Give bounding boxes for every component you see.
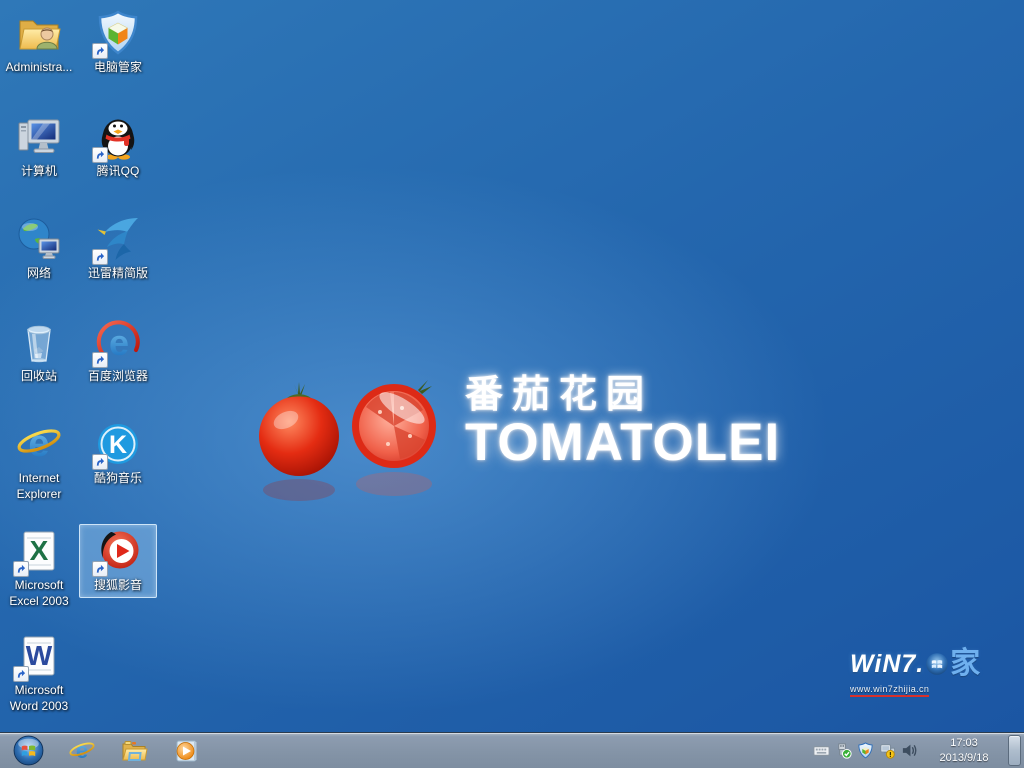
icon-label: 迅雷精简版 — [88, 266, 148, 282]
shortcut-arrow-icon — [92, 352, 108, 368]
taskbar-media-player-button[interactable] — [160, 734, 212, 768]
desktop-icon-qq[interactable]: 腾讯QQ — [79, 110, 157, 184]
brand-english: TOMATOLEI — [465, 416, 780, 469]
start-orb-icon — [13, 735, 44, 766]
desktop-icon-word[interactable]: W Microsoft Word 2003 — [0, 629, 78, 718]
shortcut-arrow-icon — [92, 561, 108, 577]
win7zhijia-watermark: WiN7. 家 www.win7zhijia.cn — [850, 649, 1020, 697]
media-player-icon — [172, 737, 200, 765]
excel-icon: X — [15, 527, 63, 575]
qq-penguin-icon — [94, 113, 142, 161]
show-desktop-button[interactable] — [1008, 735, 1021, 766]
computer-icon — [15, 113, 63, 161]
taskbar-windows-explorer-button[interactable] — [108, 734, 160, 768]
icon-label: Administra... — [6, 60, 73, 76]
clock-date: 2013/9/18 — [928, 751, 1000, 766]
thunder-bird-icon — [94, 215, 142, 263]
icon-label: Microsoft Word 2003 — [2, 683, 76, 714]
network-icon — [15, 215, 63, 263]
desktop-icon-excel[interactable]: X Microsoft Excel 2003 — [0, 524, 78, 613]
desktop-icon-computer[interactable]: 计算机 — [0, 110, 78, 184]
watermark-windows-orb-icon — [925, 652, 949, 676]
shortcut-arrow-icon — [92, 147, 108, 163]
shortcut-arrow-icon — [92, 43, 108, 59]
taskbar: e — [0, 732, 1024, 768]
brand-chinese: 番茄花园 — [465, 376, 780, 416]
recycle-bin-icon — [15, 318, 63, 366]
watermark-jia-character: 家 — [950, 649, 980, 679]
windows7-desktop: Administra... 计算机 — [0, 0, 1024, 768]
icon-label: 百度浏览器 — [88, 369, 148, 385]
folder-explorer-icon — [120, 737, 148, 765]
desktop-icon-kugou[interactable]: K 酷狗音乐 — [79, 417, 157, 491]
icon-label: 酷狗音乐 — [94, 471, 142, 487]
shortcut-arrow-icon — [92, 249, 108, 265]
baidu-browser-icon: e — [94, 318, 142, 366]
desktop-icon-sohu-video[interactable]: 搜狐影音 — [79, 524, 157, 598]
shortcut-arrow-icon — [13, 561, 29, 577]
system-tray: 17:03 2013/9/18 — [810, 732, 1024, 768]
watermark-url: www.win7zhijia.cn — [850, 684, 929, 697]
volume-tray-icon[interactable] — [898, 733, 920, 768]
internet-explorer-icon: e — [68, 737, 96, 765]
tomatoes-graphic — [242, 358, 457, 518]
word-icon: W — [15, 632, 63, 680]
taskbar-internet-explorer-button[interactable]: e — [56, 734, 108, 768]
shortcut-arrow-icon — [13, 666, 29, 682]
clock-time: 17:03 — [928, 736, 1000, 751]
desktop-icon-internet-explorer[interactable]: e Internet Explorer — [0, 417, 78, 506]
svg-text:W: W — [26, 640, 53, 671]
language-keyboard-tray-icon[interactable] — [810, 733, 832, 768]
svg-text:e: e — [28, 423, 49, 465]
desktop-icon-recycle-bin[interactable]: 回收站 — [0, 315, 78, 389]
desktop-icon-baidu-browser[interactable]: e 百度浏览器 — [79, 315, 157, 389]
desktop-icon-thunder[interactable]: 迅雷精简版 — [79, 212, 157, 286]
desktop-wallpaper: Administra... 计算机 — [0, 0, 1024, 733]
desktop-icon-pc-manager[interactable]: 电脑管家 — [79, 6, 157, 80]
kugou-music-icon: K — [94, 420, 142, 468]
wallpaper-brand-logo: 番茄花园 TOMATOLEI — [242, 358, 862, 518]
administrator-folder-icon — [15, 9, 63, 57]
icon-label: 搜狐影音 — [94, 578, 142, 594]
watermark-row: WiN7. 家 — [850, 649, 1020, 679]
svg-text:e: e — [76, 738, 88, 763]
pc-manager-shield-icon — [94, 9, 142, 57]
icon-label: Internet Explorer — [2, 471, 76, 502]
icon-label: 网络 — [27, 266, 51, 282]
svg-text:K: K — [109, 431, 127, 459]
svg-text:X: X — [30, 535, 49, 566]
brand-text-block: 番茄花园 TOMATOLEI — [465, 358, 780, 469]
usb-safely-remove-tray-icon[interactable] — [832, 733, 854, 768]
taskbar-clock[interactable]: 17:03 2013/9/18 — [928, 736, 1000, 766]
shortcut-arrow-icon — [92, 454, 108, 470]
desktop-icon-administrator[interactable]: Administra... — [0, 6, 78, 80]
desktop-icon-network[interactable]: 网络 — [0, 212, 78, 286]
icon-label: 回收站 — [21, 369, 57, 385]
icon-label: Microsoft Excel 2003 — [2, 578, 76, 609]
sohu-video-icon — [94, 527, 142, 575]
icon-label: 电脑管家 — [94, 60, 142, 76]
icon-label: 计算机 — [21, 164, 57, 180]
network-warning-tray-icon[interactable] — [876, 733, 898, 768]
svg-text:e: e — [109, 322, 129, 363]
internet-explorer-icon: e — [15, 420, 63, 468]
start-button[interactable] — [0, 734, 56, 768]
security-shield-tray-icon[interactable] — [854, 733, 876, 768]
watermark-brand-text: WiN7. — [850, 650, 924, 679]
icon-label: 腾讯QQ — [97, 164, 140, 180]
